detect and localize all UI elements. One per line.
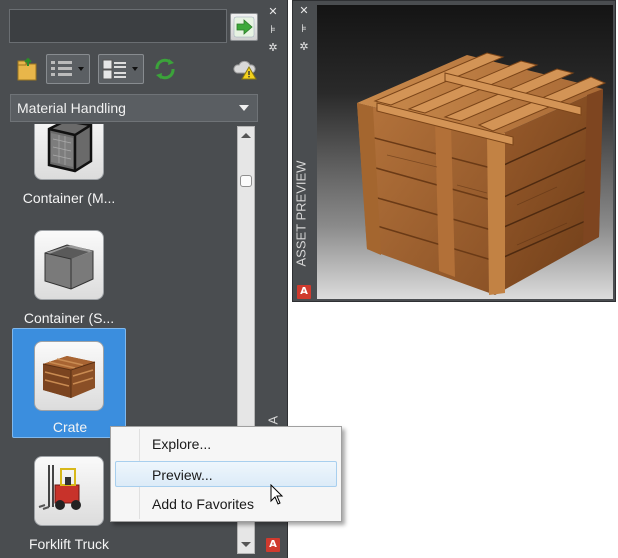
asset-item-container-mesh[interactable]: Container (M... (12, 124, 126, 220)
asset-label: Container (S... (23, 310, 115, 326)
crate-icon (42, 356, 96, 398)
cloud-status-button[interactable] (232, 54, 258, 84)
mesh-container-icon (47, 124, 93, 173)
view-details-dropdown[interactable] (98, 54, 144, 84)
palette-title: A (265, 415, 281, 425)
search-go-button[interactable] (230, 13, 258, 41)
asset-preview-palette: ✕ ⊧ ✲ ASSET PREVIEW A (292, 0, 616, 302)
menu-item-explore[interactable]: Explore... (115, 431, 337, 457)
asset-thumbnail (34, 456, 104, 526)
solid-container-icon (44, 244, 94, 290)
scroll-thumb[interactable] (240, 175, 252, 187)
menu-item-add-to-favorites[interactable]: Add to Favorites (115, 491, 337, 517)
refresh-icon (155, 58, 175, 80)
refresh-button[interactable] (152, 54, 178, 84)
browser-toolbar (14, 54, 260, 86)
asset-thumbnail (34, 230, 104, 300)
arrow-right-icon (233, 16, 255, 38)
chevron-down-icon (239, 105, 249, 111)
asset-thumbnail (34, 124, 104, 180)
properties-icon[interactable]: ✲ (298, 41, 310, 53)
properties-icon[interactable]: ✲ (267, 42, 279, 54)
category-label: Material Handling (17, 100, 126, 116)
autocad-logo-icon: A (297, 285, 311, 299)
view-list-dropdown[interactable] (46, 54, 90, 84)
scroll-down-arrow[interactable] (241, 542, 251, 547)
preview-palette-title: ASSET PREVIEW (293, 160, 309, 267)
cloud-warning-icon (233, 60, 257, 80)
asset-label: Forklift Truck (28, 536, 110, 552)
asset-item-forklift-truck[interactable]: Forklift Truck (12, 454, 126, 554)
mouse-cursor-icon (270, 484, 284, 505)
category-dropdown[interactable]: Material Handling (10, 94, 258, 122)
open-folder-button[interactable] (16, 54, 40, 84)
preview-title-strip: ✕ ⊧ ✲ ASSET PREVIEW A (293, 1, 315, 301)
autohide-icon[interactable]: ⊧ (298, 23, 310, 35)
forklift-icon (38, 465, 81, 510)
asset-label: Container (M... (22, 190, 116, 206)
asset-item-crate[interactable]: Crate (12, 328, 126, 438)
scroll-up-arrow[interactable] (241, 133, 251, 138)
search-input[interactable] (9, 9, 227, 43)
folder-open-icon (17, 57, 37, 81)
asset-item-container-solid[interactable]: Container (S... (12, 226, 126, 336)
close-icon[interactable]: ✕ (298, 5, 310, 17)
close-icon[interactable]: ✕ (267, 6, 279, 18)
details-view-icon (102, 59, 138, 80)
asset-thumbnail (34, 341, 104, 411)
asset-preview-viewport (317, 5, 613, 299)
autocad-logo-icon: A (266, 538, 280, 552)
crate-3d-preview (357, 52, 607, 295)
list-view-icon (51, 61, 84, 76)
menu-item-preview[interactable]: Preview... (115, 461, 337, 487)
context-menu: Explore... Preview... Add to Favorites (110, 426, 342, 522)
autohide-icon[interactable]: ⊧ (267, 24, 279, 36)
